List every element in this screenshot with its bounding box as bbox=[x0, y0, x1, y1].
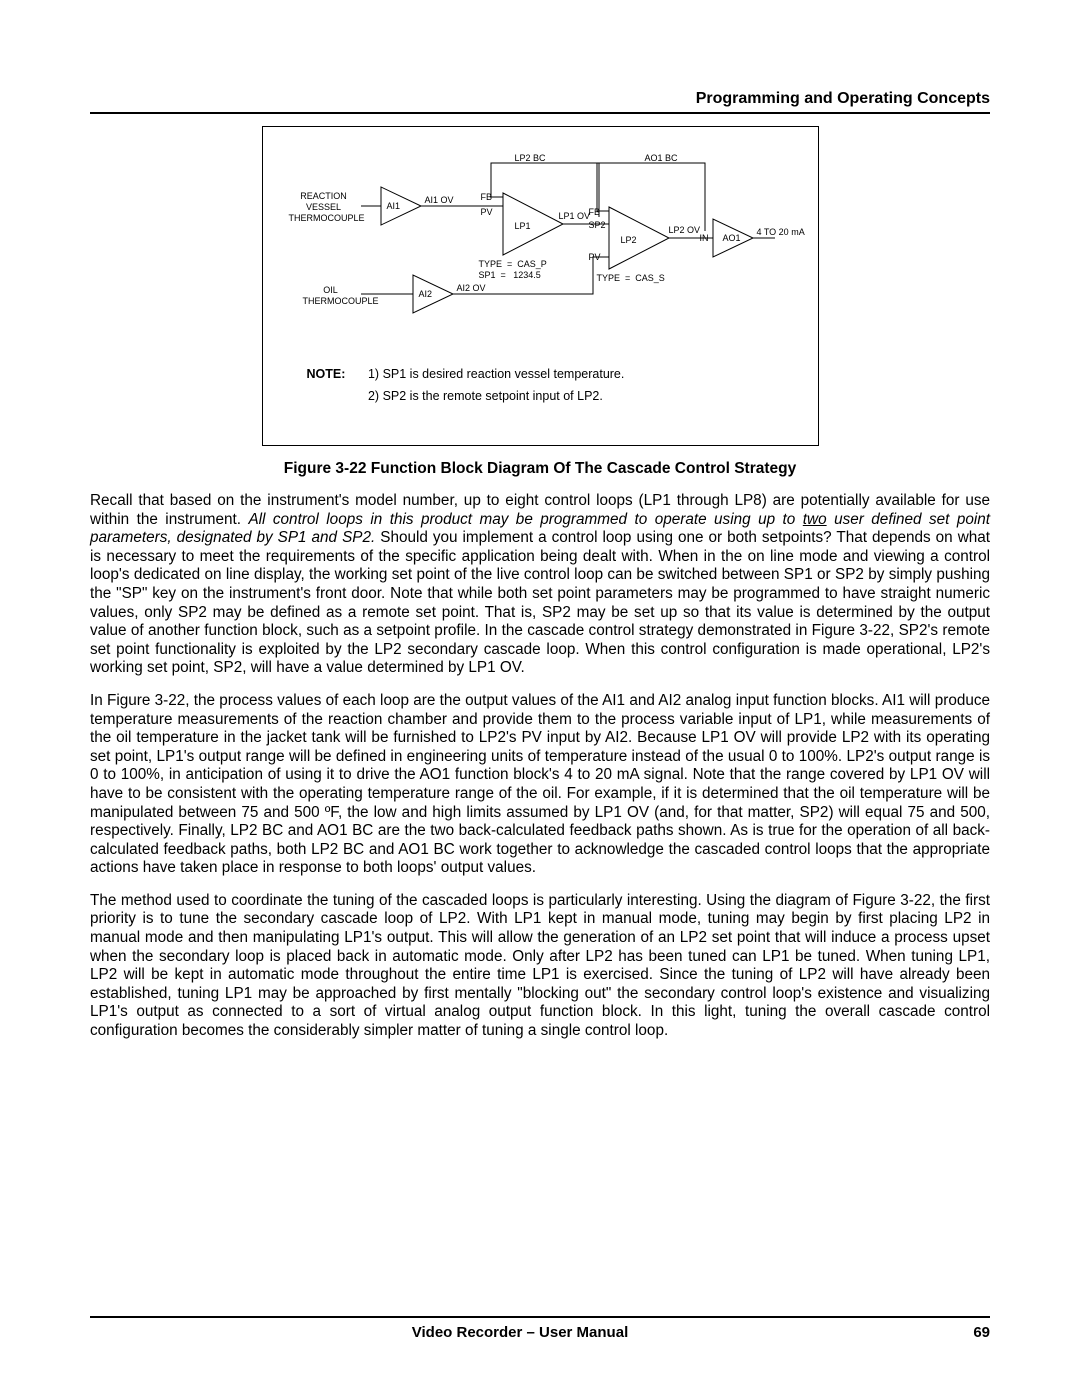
label-pv2: PV bbox=[589, 252, 601, 263]
note-line-2: 2) SP2 is the remote setpoint input of L… bbox=[368, 389, 603, 403]
label-pv1: PV bbox=[481, 207, 493, 218]
paragraph-2: In Figure 3-22, the process values of ea… bbox=[90, 692, 990, 878]
note-line-1: 1) SP1 is desired reaction vessel temper… bbox=[368, 367, 624, 381]
figure-note: NOTE: 1) SP1 is desired reaction vessel … bbox=[307, 363, 625, 407]
figure-caption: Figure 3-22 Function Block Diagram Of Th… bbox=[90, 460, 990, 478]
label-type-cas-p: TYPE = CAS_P SP1 = 1234.5 bbox=[479, 259, 547, 281]
label-lp2-ov: LP2 OV bbox=[669, 225, 701, 236]
footer: Video Recorder – User Manual 69 bbox=[90, 1316, 990, 1341]
label-lp1-ov: LP1 OV bbox=[559, 211, 591, 222]
label-fb1: FB bbox=[481, 192, 493, 203]
label-type-cas-s: TYPE = CAS_S bbox=[597, 273, 665, 284]
label-output: 4 TO 20 mA bbox=[757, 227, 805, 238]
label-ao1-bc: AO1 BC bbox=[645, 153, 678, 164]
label-fb2: FB bbox=[589, 207, 601, 218]
label-oil-tc: OIL THERMOCOUPLE bbox=[303, 285, 359, 307]
label-ai2: AI2 bbox=[419, 289, 433, 300]
label-ai2-ov: AI2 OV bbox=[457, 283, 486, 294]
footer-page-number: 69 bbox=[950, 1324, 990, 1341]
header-rule bbox=[90, 112, 990, 114]
page: Programming and Operating Concepts bbox=[0, 0, 1080, 1397]
label-reaction-tc: REACTION VESSEL THERMOCOUPLE bbox=[289, 191, 359, 224]
p1-part-c: Should you implement a control loop usin… bbox=[90, 529, 990, 676]
label-lp2: LP2 bbox=[621, 235, 637, 246]
label-ai1: AI1 bbox=[387, 201, 401, 212]
label-lp2-bc: LP2 BC bbox=[515, 153, 546, 164]
label-in: IN bbox=[700, 233, 709, 244]
figure-diagram: REACTION VESSEL THERMOCOUPLE OIL THERMOC… bbox=[262, 126, 819, 446]
p1-italic-pre: All control loops in this product may be… bbox=[248, 511, 802, 528]
section-heading: Programming and Operating Concepts bbox=[90, 90, 990, 108]
label-lp1: LP1 bbox=[515, 221, 531, 232]
label-sp2: SP2 bbox=[589, 220, 606, 231]
paragraph-1: Recall that based on the instrument's mo… bbox=[90, 492, 990, 678]
label-ai1-ov: AI1 OV bbox=[425, 195, 454, 206]
note-label: NOTE: bbox=[307, 363, 365, 385]
footer-title: Video Recorder – User Manual bbox=[90, 1324, 950, 1341]
paragraph-3: The method used to coordinate the tuning… bbox=[90, 892, 990, 1041]
label-ao1: AO1 bbox=[723, 233, 741, 244]
p1-two: two bbox=[803, 511, 827, 528]
